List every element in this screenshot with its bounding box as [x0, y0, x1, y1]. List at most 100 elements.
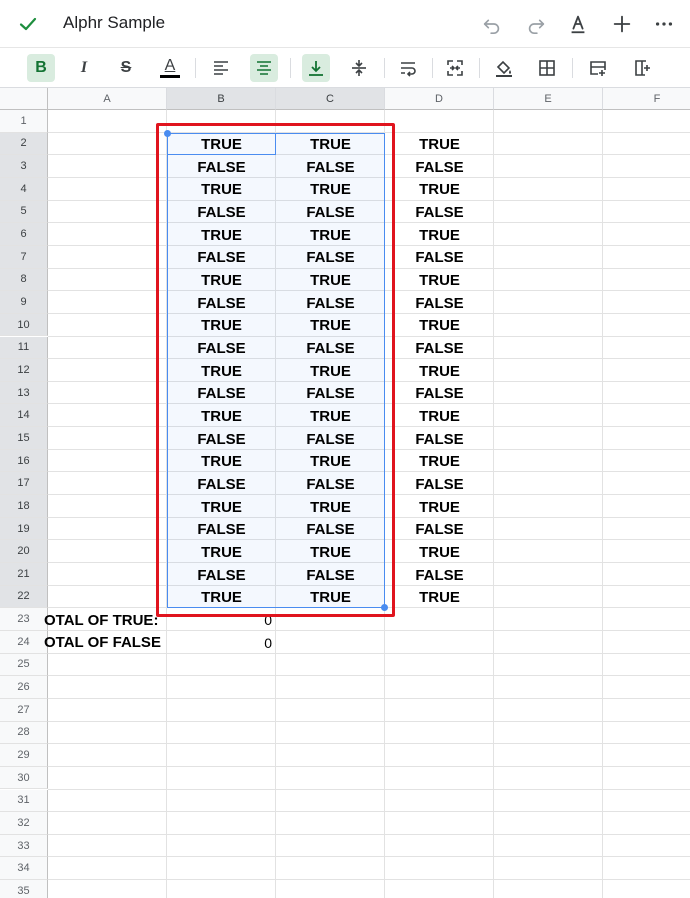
cell-d14[interactable]: TRUE [385, 405, 494, 427]
cell-d13[interactable]: FALSE [385, 383, 494, 405]
row-header-7[interactable]: 7 [0, 245, 48, 269]
italic-icon[interactable]: I [70, 54, 98, 82]
cell-d6[interactable]: TRUE [385, 224, 494, 246]
merge-cells-icon[interactable] [441, 54, 469, 82]
align-left-icon[interactable] [207, 54, 235, 82]
gridline-horizontal [48, 811, 690, 813]
insert-column-icon[interactable] [628, 54, 656, 82]
cell-d7[interactable]: FALSE [385, 247, 494, 269]
row-header-13[interactable]: 13 [0, 381, 48, 405]
row-header-22[interactable]: 22 [0, 585, 48, 609]
row-header-35[interactable]: 35 [0, 880, 48, 898]
cell-a23[interactable]: OTAL OF TRUE: [44, 609, 167, 631]
cell-d15[interactable]: FALSE [385, 428, 494, 450]
row-header-23[interactable]: 23 [0, 608, 48, 631]
column-header-a[interactable]: A [48, 88, 167, 110]
text-color-icon[interactable]: A [156, 54, 184, 82]
row-header-31[interactable]: 31 [0, 789, 48, 813]
row-header-1[interactable]: 1 [0, 110, 48, 133]
column-header-d[interactable]: D [385, 88, 494, 110]
borders-icon[interactable] [533, 54, 561, 82]
cell-d8[interactable]: TRUE [385, 270, 494, 292]
cell-d2[interactable]: TRUE [385, 134, 494, 156]
row-header-2[interactable]: 2 [0, 132, 48, 156]
row-header-30[interactable]: 30 [0, 766, 48, 790]
wrap-text-icon[interactable] [394, 54, 422, 82]
row-header-27[interactable]: 27 [0, 698, 48, 722]
row-header-8[interactable]: 8 [0, 268, 48, 292]
cell-d5[interactable]: FALSE [385, 202, 494, 224]
select-all-corner[interactable] [0, 88, 48, 110]
row-header-12[interactable]: 12 [0, 359, 48, 382]
cell-d21[interactable]: FALSE [385, 564, 494, 586]
cell-d12[interactable]: TRUE [385, 360, 494, 382]
highlight-box [156, 122, 395, 618]
text-format-icon[interactable] [566, 12, 590, 36]
row-header-32[interactable]: 32 [0, 812, 48, 835]
cell-a24[interactable]: OTAL OF FALSE [44, 632, 167, 654]
valign-middle-icon[interactable] [345, 54, 373, 82]
valign-bottom-icon[interactable] [302, 54, 330, 82]
cell-d18[interactable]: TRUE [385, 496, 494, 518]
redo-icon[interactable] [524, 12, 548, 36]
cell-d3[interactable]: FALSE [385, 156, 494, 178]
row-header-4[interactable]: 4 [0, 177, 48, 201]
row-header-11[interactable]: 11 [0, 336, 48, 360]
row-header-6[interactable]: 6 [0, 223, 48, 246]
cell-d9[interactable]: FALSE [385, 292, 494, 314]
cell-d4[interactable]: TRUE [385, 179, 494, 201]
align-center-icon[interactable] [250, 54, 278, 82]
check-icon[interactable] [16, 12, 40, 36]
row-header-29[interactable]: 29 [0, 744, 48, 767]
gridline-horizontal [48, 743, 690, 745]
title-bar: Alphr Sample [0, 0, 690, 48]
row-header-15[interactable]: 15 [0, 427, 48, 450]
add-icon[interactable] [610, 12, 634, 36]
row-header-34[interactable]: 34 [0, 857, 48, 881]
more-icon[interactable] [652, 12, 676, 36]
row-header-26[interactable]: 26 [0, 676, 48, 699]
cell-d17[interactable]: FALSE [385, 473, 494, 495]
document-title[interactable]: Alphr Sample [63, 13, 165, 33]
cell-d10[interactable]: TRUE [385, 315, 494, 337]
row-header-19[interactable]: 19 [0, 517, 48, 541]
toolbar-divider [432, 58, 433, 78]
row-header-21[interactable]: 21 [0, 563, 48, 586]
cell-d16[interactable]: TRUE [385, 451, 494, 473]
cell-area[interactable]: TRUE TRUE TRUE FALSE FALSE FALSE TRUE TRUE TRUE F… [44, 110, 690, 898]
gridline-horizontal [48, 765, 690, 767]
gridline-horizontal [48, 697, 690, 699]
column-header-b[interactable]: B [167, 88, 276, 110]
strikethrough-icon[interactable]: S [112, 54, 140, 82]
row-header-17[interactable]: 17 [0, 472, 48, 496]
cell-d22[interactable]: TRUE [385, 587, 494, 609]
gridline-horizontal [48, 675, 690, 677]
row-header-14[interactable]: 14 [0, 404, 48, 428]
strikethrough-label: S [120, 59, 132, 76]
insert-row-icon[interactable] [584, 54, 612, 82]
row-header-18[interactable]: 18 [0, 495, 48, 518]
row-header-3[interactable]: 3 [0, 155, 48, 178]
undo-icon[interactable] [480, 12, 504, 36]
column-header-c[interactable]: C [276, 88, 385, 110]
row-header-20[interactable]: 20 [0, 540, 48, 563]
row-header-5[interactable]: 5 [0, 200, 48, 224]
cell-b24[interactable]: 0 [167, 632, 276, 654]
gridline-vertical [602, 110, 603, 898]
row-header-10[interactable]: 10 [0, 313, 48, 337]
row-header-16[interactable]: 16 [0, 449, 48, 473]
row-header-9[interactable]: 9 [0, 291, 48, 314]
fill-color-icon[interactable] [490, 54, 518, 82]
cell-d20[interactable]: TRUE [385, 541, 494, 563]
row-header-33[interactable]: 33 [0, 834, 48, 858]
column-header-e[interactable]: E [494, 88, 603, 110]
toolbar-divider [384, 58, 385, 78]
cell-d11[interactable]: FALSE [385, 338, 494, 360]
text-color-label: A [164, 57, 176, 74]
row-header-25[interactable]: 25 [0, 653, 48, 677]
cell-d19[interactable]: FALSE [385, 519, 494, 541]
bold-icon[interactable]: B [27, 54, 55, 82]
row-header-24[interactable]: 24 [0, 630, 48, 654]
row-header-28[interactable]: 28 [0, 721, 48, 745]
column-header-f[interactable]: F [603, 88, 690, 110]
